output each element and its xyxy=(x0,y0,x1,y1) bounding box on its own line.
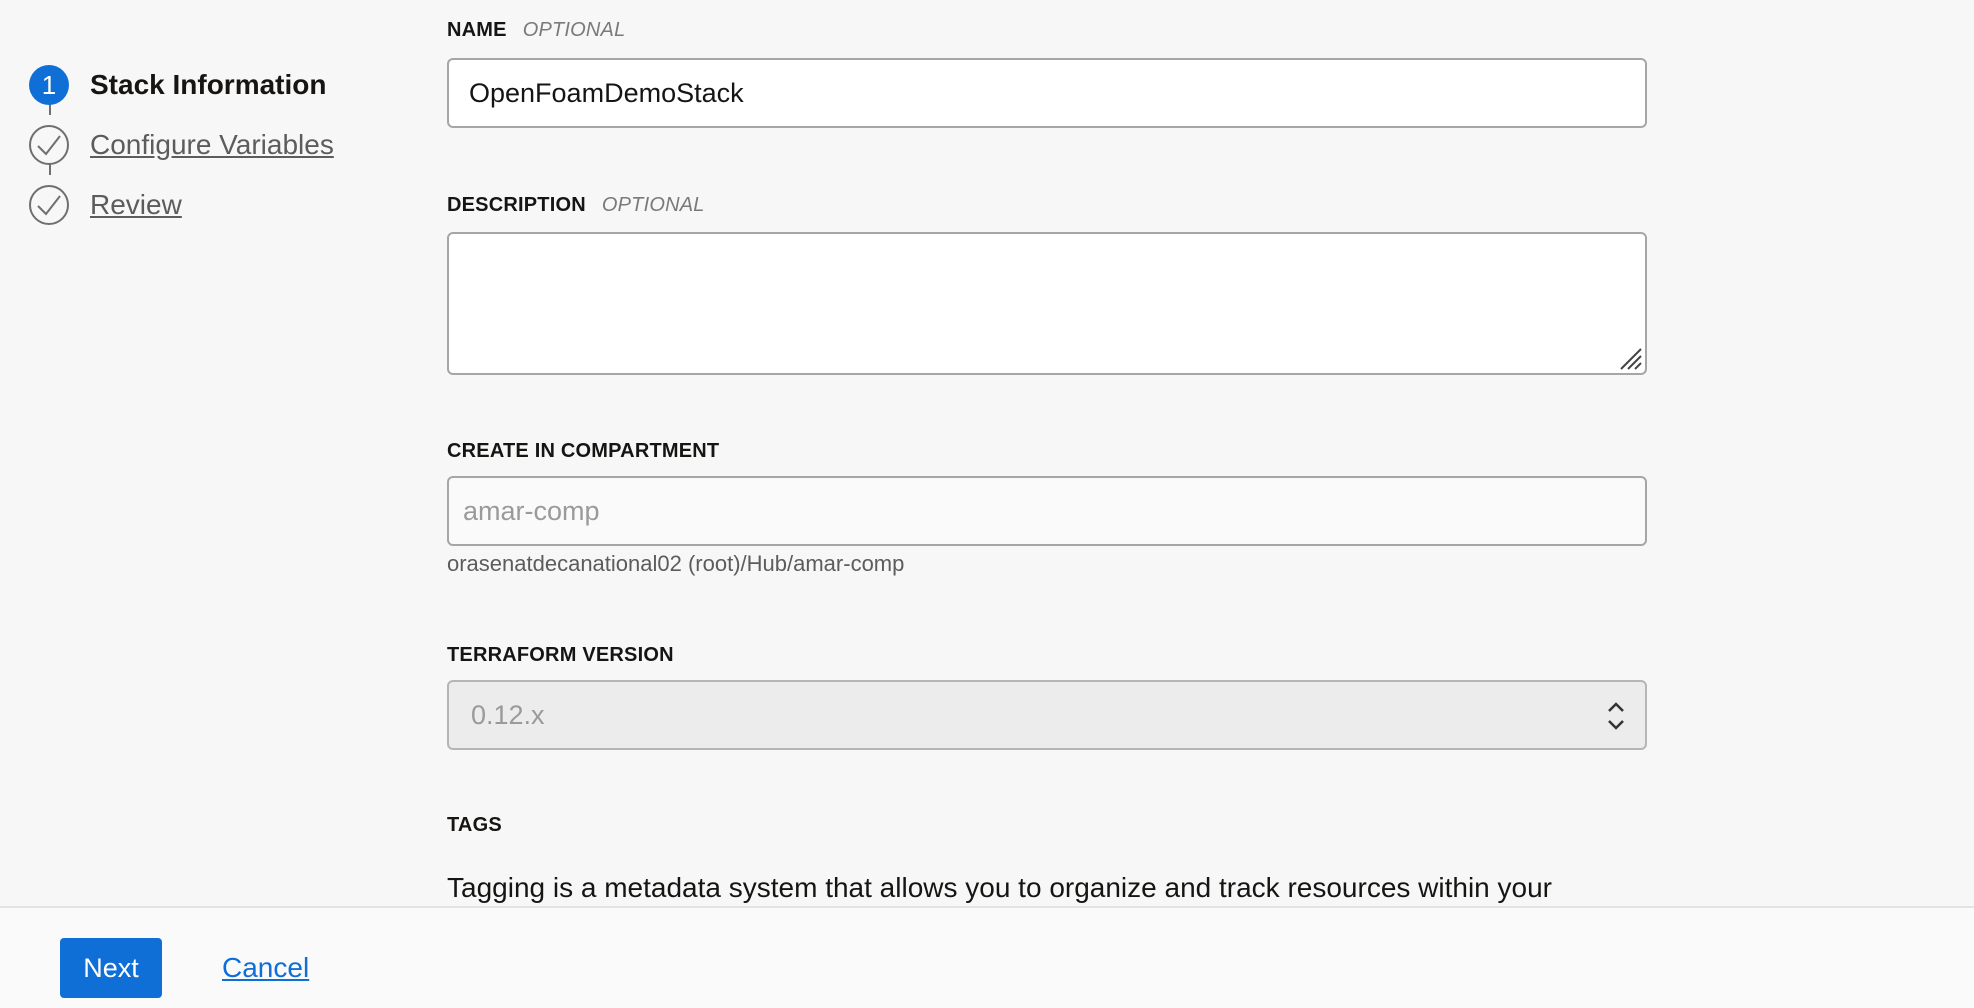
name-label-text: NAME xyxy=(447,19,507,41)
next-button[interactable]: Next xyxy=(60,938,162,998)
step-number-badge: 1 xyxy=(29,65,69,105)
description-label-text: DESCRIPTION xyxy=(447,194,586,216)
name-input-value: OpenFoamDemoStack xyxy=(469,77,744,108)
optional-tag: OPTIONAL xyxy=(522,19,626,41)
tags-description: Tagging is a metadata system that allows… xyxy=(447,872,1553,903)
compartment-path: orasenatdecanational02 (root)/Hub/amar-c… xyxy=(447,551,905,576)
tags-label: TAGS xyxy=(447,814,502,836)
terraform-version-select[interactable]: 0.12.x xyxy=(447,680,1647,750)
footer-actions: Next Cancel xyxy=(0,906,1974,1008)
wizard-stepper: 1 Stack Information Configure Variables … xyxy=(29,55,349,235)
step-number: 1 xyxy=(41,69,57,100)
check-icon xyxy=(29,185,69,225)
compartment-value: amar-comp xyxy=(463,495,600,526)
terraform-version-label: TERRAFORM VERSION xyxy=(447,644,674,666)
terraform-version-value: 0.12.x xyxy=(471,699,545,730)
step-stack-information[interactable]: 1 Stack Information xyxy=(29,55,349,115)
step-review[interactable]: Review xyxy=(29,175,349,235)
chevron-up-down-icon xyxy=(1608,702,1624,730)
step-label: Stack Information xyxy=(90,69,327,100)
description-label: DESCRIPTION OPTIONAL xyxy=(447,194,705,217)
compartment-picker[interactable]: amar-comp xyxy=(447,476,1647,546)
step-label[interactable]: Review xyxy=(90,189,182,221)
step-label[interactable]: Configure Variables xyxy=(90,129,334,161)
resize-grip-icon[interactable] xyxy=(1615,343,1643,371)
name-label: NAME OPTIONAL xyxy=(447,19,625,42)
create-stack-page: 1 Stack Information Configure Variables … xyxy=(0,0,1974,1008)
name-input[interactable]: OpenFoamDemoStack xyxy=(447,58,1647,128)
check-icon xyxy=(29,125,69,165)
step-configure-variables[interactable]: Configure Variables xyxy=(29,115,349,175)
optional-tag: OPTIONAL xyxy=(601,194,705,216)
compartment-label: CREATE IN COMPARTMENT xyxy=(447,440,720,462)
description-textarea[interactable] xyxy=(447,232,1647,375)
cancel-link[interactable]: Cancel xyxy=(222,952,309,984)
